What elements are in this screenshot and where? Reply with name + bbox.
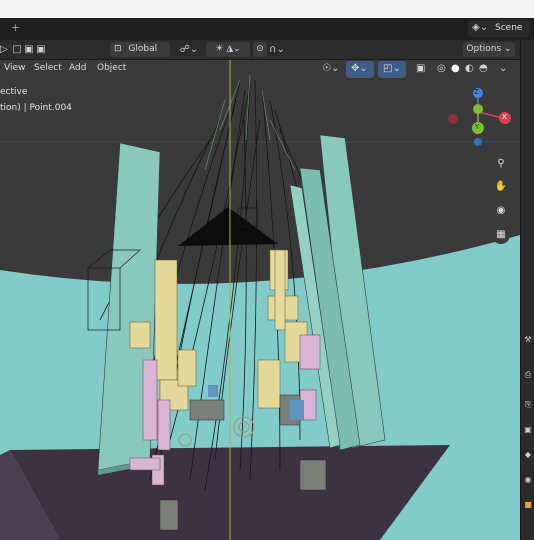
- pivot-icon[interactable]: ☍⌄: [176, 42, 202, 57]
- active-object-label: tion) | Point.004: [0, 103, 72, 113]
- zoom-button[interactable]: ⚲: [492, 155, 510, 173]
- world-properties-icon[interactable]: ◉: [523, 475, 533, 485]
- gizmo-icon: ✥⌄: [351, 63, 368, 74]
- shading-options-icon[interactable]: ⌄: [499, 63, 507, 74]
- transform-orientation-icon: ⊡: [114, 44, 122, 54]
- select-extend-icon[interactable]: ▣: [24, 42, 34, 57]
- scene-properties-icon[interactable]: ◆: [523, 450, 533, 460]
- orientation-label: Global: [128, 44, 158, 54]
- camera-icon: ◉: [496, 205, 506, 216]
- wireframe-shading-icon[interactable]: ◎: [437, 63, 446, 74]
- add-workspace-button[interactable]: +: [11, 21, 20, 34]
- camera-button[interactable]: ◉: [492, 202, 510, 220]
- snap-icon: ☀ ◮⌄: [215, 44, 241, 54]
- options-dropdown[interactable]: Options ⌄: [463, 42, 515, 57]
- menu-select[interactable]: Select: [34, 63, 62, 73]
- gizmo-y-label: Y: [475, 123, 480, 131]
- material-shading-icon[interactable]: ◐: [465, 63, 474, 74]
- gizmo-toggle[interactable]: ✥⌄: [346, 61, 374, 78]
- menu-add[interactable]: Add: [69, 63, 86, 73]
- hand-icon: ✋: [494, 181, 508, 192]
- menu-object[interactable]: Object: [97, 63, 126, 73]
- viewport-header: ▷ □ ▣ ▣ ⊡ Global ⌄ ☍⌄ ☀ ◮⌄ ⊙ ∩⌄ Options …: [0, 40, 534, 69]
- rendered-shading-icon[interactable]: ◓: [479, 63, 488, 74]
- shading-modes[interactable]: ◎ ● ◐ ◓: [433, 61, 497, 78]
- chevron-down-icon: ⌄: [504, 44, 512, 54]
- falloff-icon[interactable]: ∩⌄: [268, 42, 286, 57]
- gizmo-x-label: X: [502, 113, 507, 121]
- view-layer-icon[interactable]: ▣: [523, 425, 533, 435]
- gizmo-z-label: Z: [474, 88, 479, 96]
- options-label: Options: [466, 44, 502, 54]
- workspace-tabs-bar: + ◈⌄ Scene: [0, 18, 534, 40]
- scene-render: [0, 60, 520, 540]
- select-box-icon[interactable]: □: [12, 42, 22, 57]
- grid-button[interactable]: ▦: [492, 226, 510, 244]
- xray-icon: ▣: [416, 63, 426, 74]
- overlay-toggle[interactable]: ◰⌄: [378, 61, 406, 78]
- tool-properties-icon[interactable]: ⚒: [523, 335, 533, 345]
- output-properties-icon[interactable]: ⎘: [523, 400, 533, 410]
- properties-edge: ⚒ ⎙ ⎘ ▣ ◆ ◉ ■: [520, 40, 534, 540]
- proportional-edit-toggle[interactable]: ⊙: [253, 42, 267, 57]
- top-border: [0, 0, 534, 18]
- scene-icon: ◈⌄: [472, 22, 489, 33]
- scene-label: Scene: [495, 23, 523, 33]
- object-properties-icon[interactable]: ■: [523, 500, 533, 510]
- mode-icon[interactable]: ▷: [0, 42, 8, 57]
- zoom-icon: ⚲: [497, 158, 505, 169]
- snap-toggle[interactable]: ☀ ◮⌄: [206, 42, 250, 57]
- 3d-viewport[interactable]: ective tion) | Point.004 Z X Y ⚲ ✋ ◉ ▦: [0, 60, 520, 540]
- view-type-label: ective: [0, 87, 28, 97]
- overlay-icon: ◰⌄: [383, 63, 401, 74]
- proportional-edit-icon: ⊙: [256, 44, 264, 54]
- scene-selector[interactable]: ◈⌄ Scene: [468, 20, 530, 37]
- visibility-dropdown[interactable]: ☉⌄: [318, 61, 342, 78]
- menu-view[interactable]: View: [4, 63, 25, 73]
- transform-orientation-dropdown[interactable]: ⊡ Global ⌄: [110, 42, 170, 69]
- select-subtract-icon[interactable]: ▣: [36, 42, 46, 57]
- solid-shading-icon[interactable]: ●: [451, 63, 460, 74]
- pan-button[interactable]: ✋: [492, 178, 510, 196]
- xray-toggle[interactable]: ▣: [414, 61, 428, 78]
- grid-icon: ▦: [496, 229, 506, 240]
- visibility-icon: ☉⌄: [322, 63, 340, 74]
- render-properties-icon[interactable]: ⎙: [523, 370, 533, 380]
